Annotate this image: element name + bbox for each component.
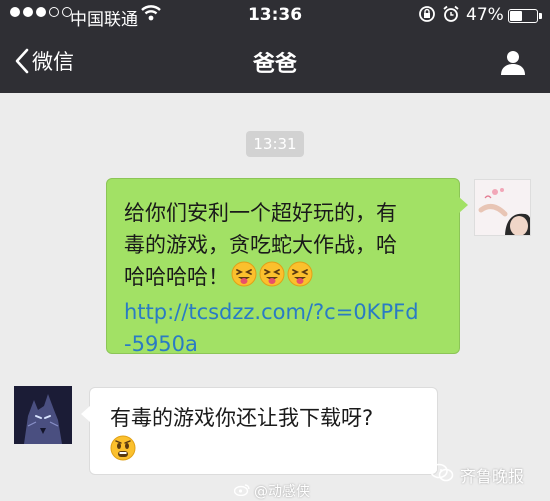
grinning-tongue-emoji xyxy=(259,261,285,296)
rotation-lock-icon xyxy=(418,5,436,28)
message-link[interactable]: http://tcsdzz.com/?c=0KPFd -5950a xyxy=(124,296,445,360)
message-line: 给你们安利一个超好玩的，有 xyxy=(124,201,397,225)
chat-title: 爸爸 xyxy=(252,52,297,77)
fearful-emoji xyxy=(110,435,419,469)
contact-avatar[interactable] xyxy=(14,386,72,444)
credit-text: @动感侠 xyxy=(254,484,310,500)
outgoing-message-bubble[interactable]: 给你们安利一个超好玩的，有 毒的游戏，贪吃蛇大作战，哈 哈哈哈哈！ http:/… xyxy=(106,178,468,356)
person-icon xyxy=(501,51,525,75)
navigation-bar: 微信 爸爸 xyxy=(0,32,550,93)
grinning-tongue-emoji xyxy=(287,261,313,296)
alarm-icon xyxy=(442,5,460,28)
message-timestamp: 13:31 xyxy=(246,131,304,157)
battery-percentage: 47% xyxy=(466,5,504,25)
message-line: 哈哈哈哈！ xyxy=(124,265,229,289)
battery-icon xyxy=(508,9,542,23)
top-bar: 中国联通 13:36 47% 微信 爸爸 xyxy=(0,0,550,93)
my-avatar[interactable] xyxy=(474,179,531,236)
watermark-text: 齐鲁晚报 xyxy=(460,467,525,486)
grinning-tongue-emoji xyxy=(231,261,257,296)
incoming-message-bubble[interactable]: 有毒的游戏你还让我下载呀? xyxy=(81,387,438,475)
message-line: 毒的游戏，贪吃蛇大作战，哈 xyxy=(124,233,397,257)
incoming-message-text: 有毒的游戏你还让我下载呀? xyxy=(110,406,374,430)
link-line: -5950a xyxy=(124,332,198,356)
weibo-credit: @动感侠 xyxy=(233,481,310,501)
status-bar: 中国联通 13:36 47% xyxy=(0,0,550,32)
wechat-logo-icon xyxy=(430,463,454,487)
newspaper-watermark: 齐鲁晚报 xyxy=(430,463,524,487)
contact-profile-button[interactable] xyxy=(499,48,527,80)
link-line: http://tcsdzz.com/?c=0KPFd xyxy=(124,300,419,324)
message-line-with-emoji: 哈哈哈哈！ xyxy=(124,261,445,296)
weibo-logo-icon xyxy=(233,483,250,500)
